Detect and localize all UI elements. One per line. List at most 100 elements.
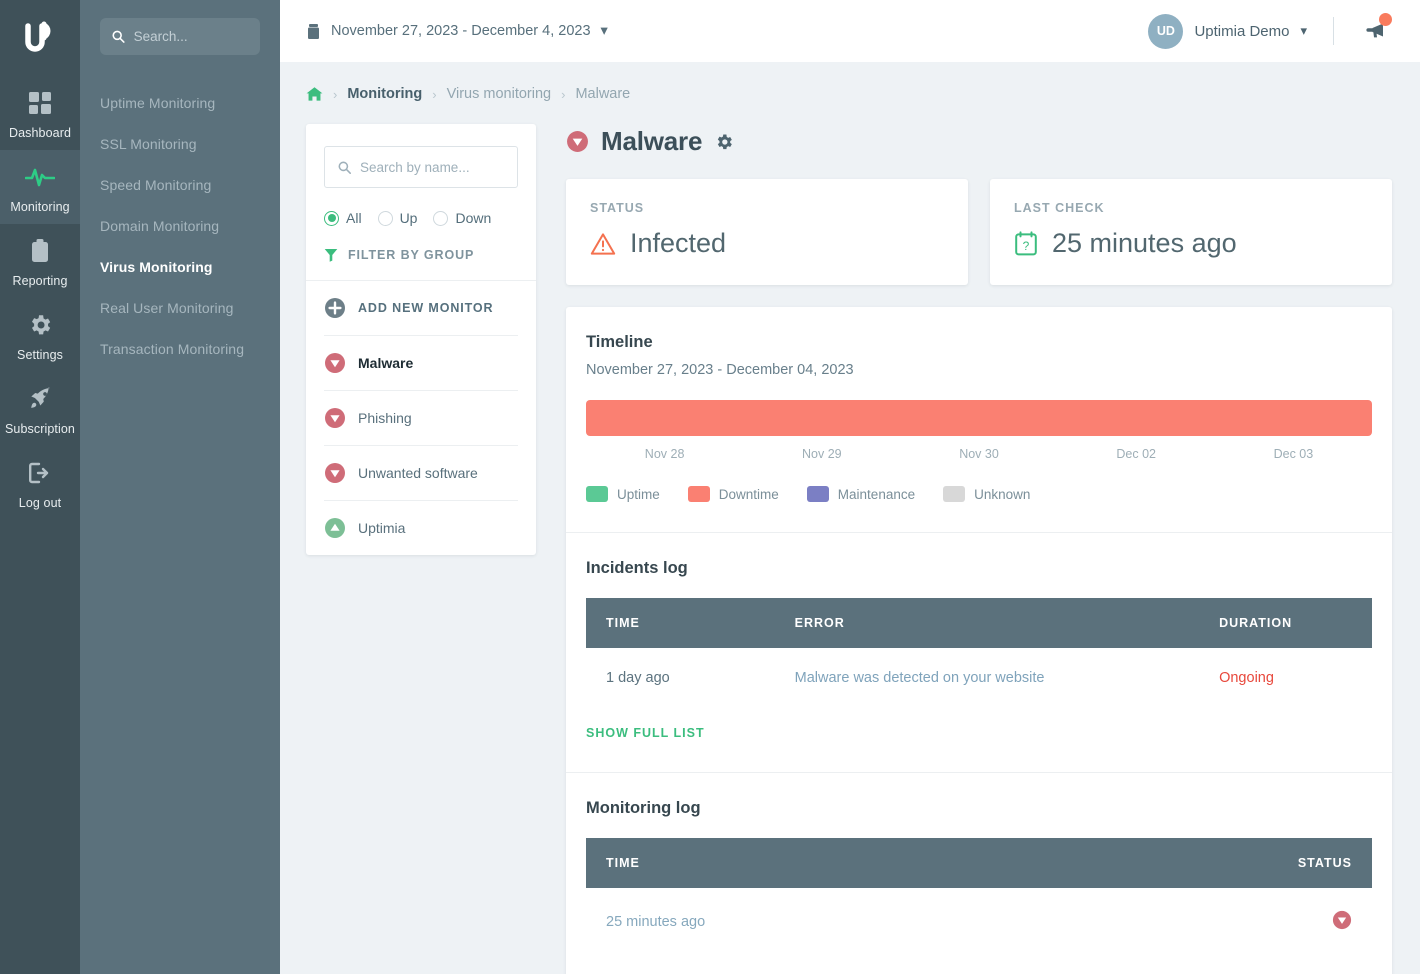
plus-circle-icon: [324, 297, 346, 319]
app-root: Dashboard Monitoring Reporting: [0, 0, 1420, 974]
last-check-label: LAST CHECK: [1014, 201, 1368, 215]
column-status: STATUS: [1215, 838, 1372, 888]
rail-item-label: Dashboard: [0, 126, 80, 140]
global-search[interactable]: [100, 18, 260, 55]
status-card-value-row: Infected: [590, 228, 944, 259]
timeline-bar[interactable]: [586, 400, 1372, 436]
account-name: Uptimia Demo: [1194, 23, 1289, 40]
warning-triangle-icon: [590, 232, 616, 256]
monitoring-log-time[interactable]: 25 minutes ago: [586, 888, 1215, 956]
breadcrumb-separator: ›: [561, 87, 565, 102]
rail-item-logout[interactable]: Log out: [0, 446, 80, 520]
monitor-name: Unwanted software: [358, 465, 478, 481]
subnav-item-domain-monitoring[interactable]: Domain Monitoring: [100, 208, 260, 249]
date-range-picker[interactable]: November 27, 2023 - December 4, 2023 ▾: [306, 23, 608, 40]
incident-error-link[interactable]: Malware was detected on your website: [775, 648, 1199, 708]
logout-icon: [0, 458, 80, 488]
status-down-icon: [1332, 910, 1352, 930]
calendar-question-icon: ?: [1014, 231, 1038, 257]
primary-sidebar: Dashboard Monitoring Reporting: [0, 0, 80, 974]
svg-text:?: ?: [1023, 239, 1030, 253]
rail-item-reporting[interactable]: Reporting: [0, 224, 80, 298]
rail-item-label: Settings: [0, 348, 80, 362]
gear-icon: [0, 310, 80, 340]
monitoring-table-head: TIME STATUS: [586, 838, 1372, 888]
timeline-subtitle: November 27, 2023 - December 04, 2023: [586, 362, 1372, 378]
status-card-label: STATUS: [590, 201, 944, 215]
legend-swatch: [943, 486, 965, 502]
monitor-search-input[interactable]: [360, 160, 504, 175]
table-row: 25 minutes ago: [586, 888, 1372, 956]
radio-down[interactable]: Down: [433, 210, 491, 226]
rail-item-monitoring[interactable]: Monitoring: [0, 150, 80, 224]
secondary-sidebar: Uptime Monitoring SSL Monitoring Speed M…: [80, 0, 280, 974]
breadcrumb-separator: ›: [333, 87, 337, 102]
rail-item-dashboard[interactable]: Dashboard: [0, 76, 80, 150]
status-down-icon: [324, 407, 346, 429]
avatar: UD: [1148, 14, 1183, 49]
page-title-text: Malware: [601, 126, 702, 157]
timeline-tick: Dec 03: [1215, 447, 1372, 461]
subnav-item-speed-monitoring[interactable]: Speed Monitoring: [100, 167, 260, 208]
account-menu[interactable]: UD Uptimia Demo ▾: [1148, 14, 1307, 49]
last-check-card: LAST CHECK ? 25 minutes ago: [990, 179, 1392, 285]
subnav-item-real-user-monitoring[interactable]: Real User Monitoring: [100, 290, 260, 331]
status-card-value: Infected: [630, 228, 726, 259]
monitor-search[interactable]: [324, 146, 518, 188]
timeline-ticks: Nov 28 Nov 29 Nov 30 Dec 02 Dec 03: [586, 447, 1372, 461]
global-search-input[interactable]: [134, 29, 248, 44]
monitor-list: ADD NEW MONITOR Malware: [306, 281, 536, 555]
incidents-log-table: TIME ERROR DURATION 1 day ago Malware wa…: [586, 598, 1372, 708]
show-full-list-button[interactable]: SHOW FULL LIST: [586, 726, 705, 740]
rail-item-subscription[interactable]: Subscription: [0, 372, 80, 446]
monitor-item-malware[interactable]: Malware: [324, 336, 518, 391]
legend-label: Unknown: [974, 487, 1030, 502]
add-new-monitor-button[interactable]: ADD NEW MONITOR: [324, 281, 518, 336]
app-logo[interactable]: [0, 0, 80, 76]
main-area: November 27, 2023 - December 4, 2023 ▾ U…: [280, 0, 1420, 974]
timeline-tick: Dec 02: [1058, 447, 1215, 461]
breadcrumb-item-monitoring[interactable]: Monitoring: [347, 86, 422, 102]
grid-icon: [0, 88, 80, 118]
radio-dot-icon: [378, 211, 393, 226]
funnel-icon: [324, 248, 338, 262]
monitoring-log-table: TIME STATUS 25 minutes ago: [586, 838, 1372, 956]
breadcrumb-item-virus-monitoring[interactable]: Virus monitoring: [447, 86, 552, 102]
rail-item-settings[interactable]: Settings: [0, 298, 80, 372]
clipboard-icon: [0, 236, 80, 266]
radio-all[interactable]: All: [324, 210, 362, 226]
legend-swatch: [688, 486, 710, 502]
home-icon[interactable]: [306, 86, 323, 102]
notifications-button[interactable]: [1360, 13, 1392, 50]
page-title: Malware: [566, 126, 1392, 157]
content-area: › Monitoring › Virus monitoring › Malwar…: [280, 62, 1420, 974]
radio-up[interactable]: Up: [378, 210, 418, 226]
subnav-item-uptime-monitoring[interactable]: Uptime Monitoring: [100, 85, 260, 126]
legend-swatch: [807, 486, 829, 502]
monitor-list-panel: All Up Down: [306, 124, 536, 555]
column-time: TIME: [586, 838, 1215, 888]
monitor-item-unwanted-software[interactable]: Unwanted software: [324, 446, 518, 501]
legend-item-maintenance: Maintenance: [807, 486, 915, 502]
gear-icon[interactable]: [714, 132, 734, 152]
status-down-icon: [566, 130, 589, 153]
subnav-item-virus-monitoring[interactable]: Virus Monitoring: [100, 249, 260, 290]
legend-item-unknown: Unknown: [943, 486, 1030, 502]
monitor-name: Uptimia: [358, 520, 405, 536]
filter-by-group-button[interactable]: FILTER BY GROUP: [324, 248, 518, 262]
timeline-tick: Nov 28: [586, 447, 743, 461]
monitoring-log-title: Monitoring log: [586, 799, 1372, 818]
timeline-segment-downtime: [586, 400, 1372, 436]
status-filter-radios: All Up Down: [324, 210, 518, 226]
subnav-item-ssl-monitoring[interactable]: SSL Monitoring: [100, 126, 260, 167]
monitoring-log-section: Monitoring log TIME STATUS: [566, 773, 1392, 974]
timeline-tick: Nov 30: [900, 447, 1057, 461]
rocket-icon: [0, 384, 80, 414]
monitor-item-phishing[interactable]: Phishing: [324, 391, 518, 446]
status-cards: STATUS Infected LAST CH: [566, 179, 1392, 285]
subnav-item-transaction-monitoring[interactable]: Transaction Monitoring: [100, 331, 260, 372]
monitor-item-uptimia[interactable]: Uptimia: [324, 501, 518, 555]
rail-item-label: Subscription: [0, 422, 80, 436]
add-new-monitor-label: ADD NEW MONITOR: [358, 301, 494, 315]
table-header-row: TIME STATUS: [586, 838, 1372, 888]
